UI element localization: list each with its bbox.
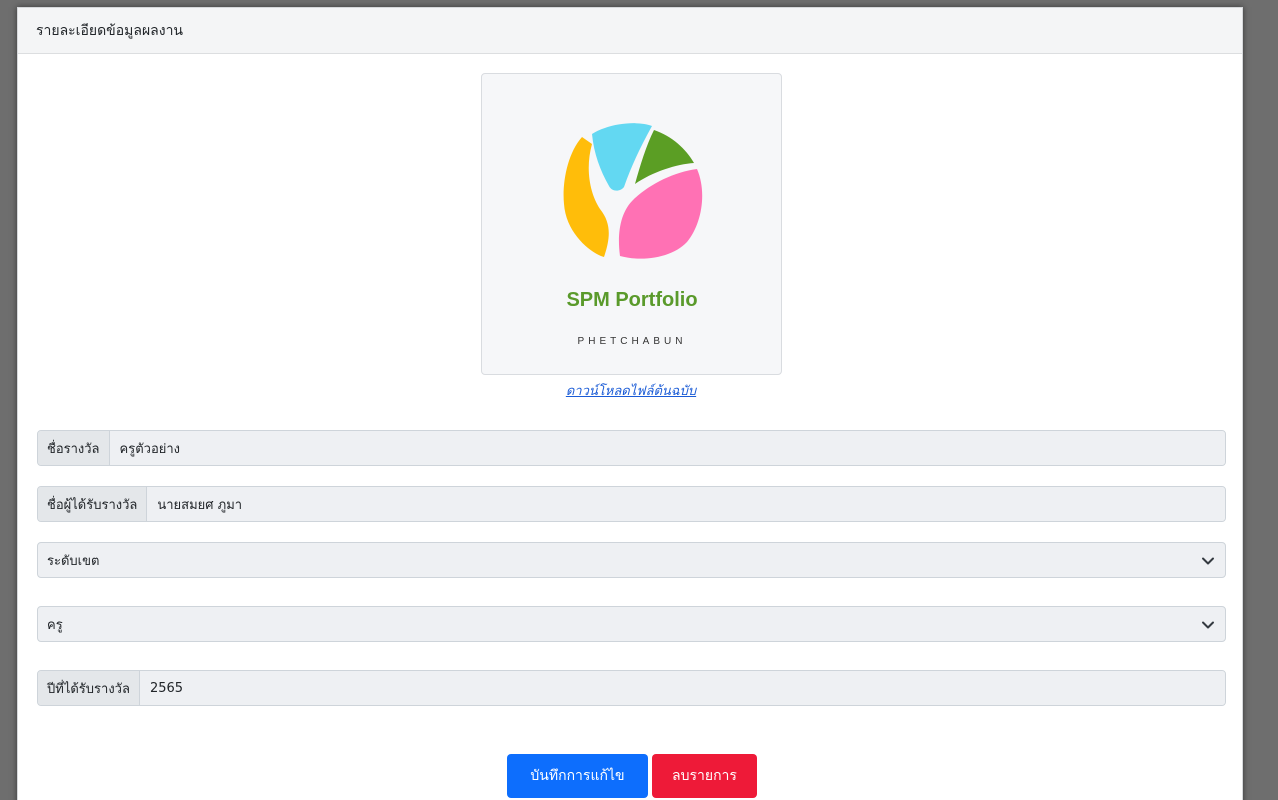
recipient-label: ชื่อผู้ได้รับรางวัล [38,487,148,521]
level-select[interactable]: ระดับเขต [37,542,1226,578]
logo-pink-segment [618,169,703,259]
save-button[interactable]: บันทึกการแก้ไข [507,754,648,798]
chevron-down-icon [1202,621,1214,629]
recipient-group: ชื่อผู้ได้รับรางวัล นายสมยศ ภูมา [37,486,1226,522]
year-input[interactable]: 2565 [139,671,1225,705]
level-select-value: ระดับเขต [47,553,100,569]
award-name-group: ชื่อรางวัล ครูตัวอย่าง [37,430,1226,466]
chevron-down-icon [1202,557,1214,565]
year-group: ปีที่ได้รับรางวัล 2565 [37,670,1226,706]
detail-card: รายละเอียดข้อมูลผลงาน SPM Portfolio PHET… [17,7,1243,800]
portfolio-image: SPM Portfolio PHETCHABUN [481,73,782,375]
card-title: รายละเอียดข้อมูลผลงาน [36,22,184,39]
award-name-input[interactable]: ครูตัวอย่าง [109,431,1225,465]
download-original-link[interactable]: ดาวน์โหลดไฟล์ต้นฉบับ [18,380,1242,401]
logo-cyan-segment [592,123,652,191]
type-select[interactable]: ครู [37,606,1226,642]
card-header: รายละเอียดข้อมูลผลงาน [18,8,1242,54]
spm-portfolio-logo: SPM Portfolio PHETCHABUN [563,123,703,347]
recipient-input[interactable]: นายสมยศ ภูมา [147,487,1225,521]
delete-button[interactable]: ลบรายการ [652,754,757,798]
type-select-value: ครู [47,617,63,633]
year-label: ปีที่ได้รับรางวัล [38,671,140,705]
logo-title: SPM Portfolio [566,289,697,311]
award-name-label: ชื่อรางวัล [38,431,110,465]
logo-subtitle: PHETCHABUN [578,336,687,347]
